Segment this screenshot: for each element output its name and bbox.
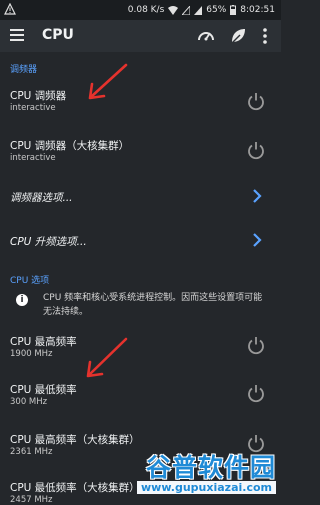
leaf-icon[interactable] [229, 27, 247, 45]
status-icons: 0.08 K/s 65% 8:02:51 [128, 2, 275, 18]
warning-icon [4, 3, 16, 15]
item-title: CPU 调频器（大核集群） [10, 140, 130, 152]
chevron-right-icon [253, 189, 262, 203]
item-subtitle: 2361 MHz [10, 447, 53, 457]
cpu-governor-big-item[interactable]: CPU 调频器（大核集群） interactive [0, 134, 281, 168]
item-title: CPU 最高频率（大核集群） [10, 434, 140, 446]
chevron-right-icon [253, 233, 262, 247]
annotation-arrow [86, 337, 128, 378]
watermark-title: 谷普软件园 [145, 453, 276, 482]
signal-icon [194, 5, 203, 15]
item-title: CPU 最低频率（大核集群） [10, 482, 140, 494]
clock: 8:02:51 [240, 5, 275, 15]
network-speed: 0.08 K/s [127, 5, 165, 15]
more-vert-icon[interactable] [262, 27, 268, 45]
cpu-max-freq-item[interactable]: CPU 最高频率 1900 MHz [0, 330, 281, 364]
signal-off-icon [182, 5, 191, 15]
status-bar: 0.08 K/s 65% 8:02:51 [0, 0, 281, 20]
page-title: CPU [42, 27, 74, 43]
item-title: CPU 升频选项... [10, 236, 87, 248]
item-title: CPU 调频器 [10, 90, 67, 102]
item-subtitle: interactive [10, 153, 56, 163]
item-subtitle: 300 MHz [10, 397, 48, 407]
annotation-arrow [88, 63, 128, 100]
info-icon: i [16, 294, 28, 306]
cpu-boost-options-link[interactable]: CPU 升频选项... [0, 227, 281, 255]
item-subtitle: 2457 MHz [10, 495, 53, 505]
power-icon[interactable] [246, 140, 266, 160]
info-text: CPU 频率和核心受系统进程控制。因而这些设置项可能无法持续。 [43, 293, 263, 317]
menu-icon[interactable] [10, 29, 24, 41]
item-title: CPU 最低频率 [10, 384, 77, 396]
battery-icon [230, 5, 237, 15]
watermark-url: www.gupuxiazai.com [137, 481, 276, 494]
cpu-governor-item[interactable]: CPU 调频器 interactive [0, 84, 281, 118]
battery-percent: 65% [206, 5, 227, 15]
watermark: 谷普软件园 www.gupuxiazai.com [137, 448, 280, 500]
power-icon[interactable] [246, 335, 266, 355]
info-card: i CPU 频率和核心受系统进程控制。因而这些设置项可能无法持续。 [10, 286, 272, 324]
app-toolbar: CPU [0, 20, 281, 52]
power-icon[interactable] [246, 383, 266, 403]
wifi-icon [168, 5, 179, 15]
gauge-icon[interactable] [197, 27, 215, 43]
cpu-min-freq-item[interactable]: CPU 最低频率 300 MHz [0, 378, 281, 412]
section-header-governor: 调频器 [10, 65, 38, 75]
power-icon[interactable] [246, 91, 266, 111]
section-header-cpu-options: CPU 选项 [10, 276, 50, 286]
item-subtitle: 1900 MHz [10, 349, 53, 359]
item-title: 调频器选项... [10, 192, 73, 204]
governor-options-link[interactable]: 调频器选项... [0, 183, 281, 211]
item-title: CPU 最高频率 [10, 336, 77, 348]
item-subtitle: interactive [10, 103, 56, 113]
